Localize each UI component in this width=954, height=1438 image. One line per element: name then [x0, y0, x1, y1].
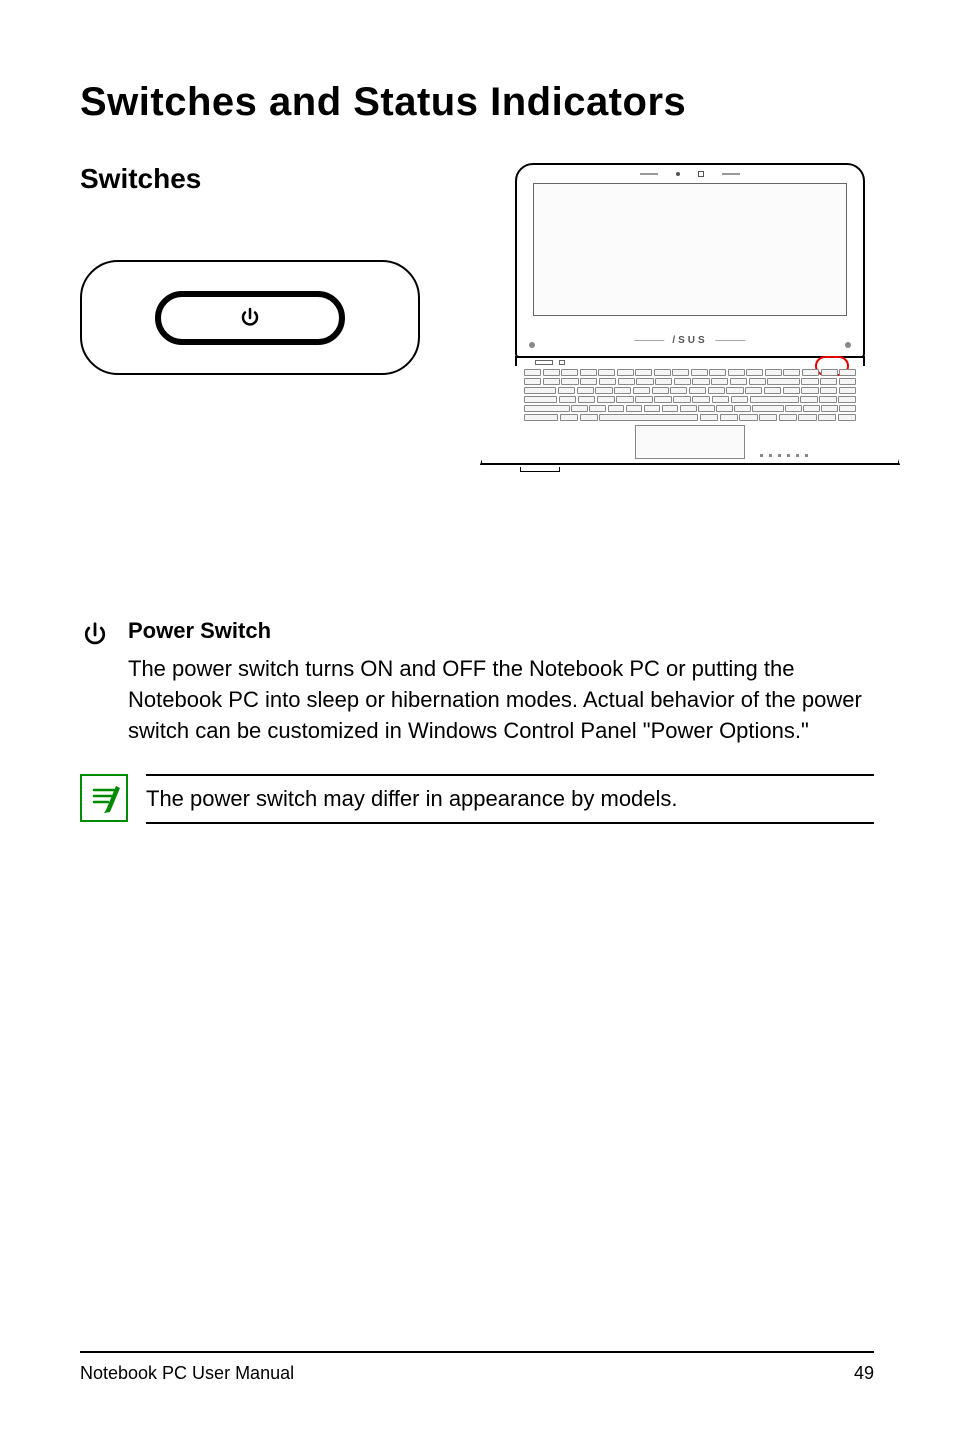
power-button-illustration: [80, 260, 420, 375]
touchpad-illustration: [635, 425, 745, 459]
note-icon: [80, 774, 128, 822]
page-title: Switches and Status Indicators: [80, 80, 874, 125]
footer-page-number: 49: [854, 1363, 874, 1384]
footer-doc-title: Notebook PC User Manual: [80, 1363, 294, 1384]
laptop-screen: [533, 183, 847, 316]
laptop-lid: /SUS: [515, 163, 865, 358]
power-switch-section: Power Switch The power switch turns ON a…: [80, 618, 874, 746]
power-pill: [155, 291, 345, 345]
section-heading-switches: Switches: [80, 163, 440, 195]
body-paragraph: The power switch turns ON and OFF the No…: [128, 654, 874, 746]
laptop-illustration: /SUS: [480, 163, 900, 468]
power-icon: [80, 620, 110, 650]
illustrations-row: Switches /SUS: [80, 163, 874, 468]
power-icon: [238, 306, 262, 330]
note-text: The power switch may differ in appearanc…: [146, 774, 874, 824]
keyboard-illustration: [524, 369, 856, 421]
subsection-heading: Power Switch: [128, 618, 874, 644]
note-block: The power switch may differ in appearanc…: [80, 774, 874, 824]
page-footer: Notebook PC User Manual 49: [80, 1351, 874, 1384]
brand-logo: /SUS: [634, 335, 745, 346]
